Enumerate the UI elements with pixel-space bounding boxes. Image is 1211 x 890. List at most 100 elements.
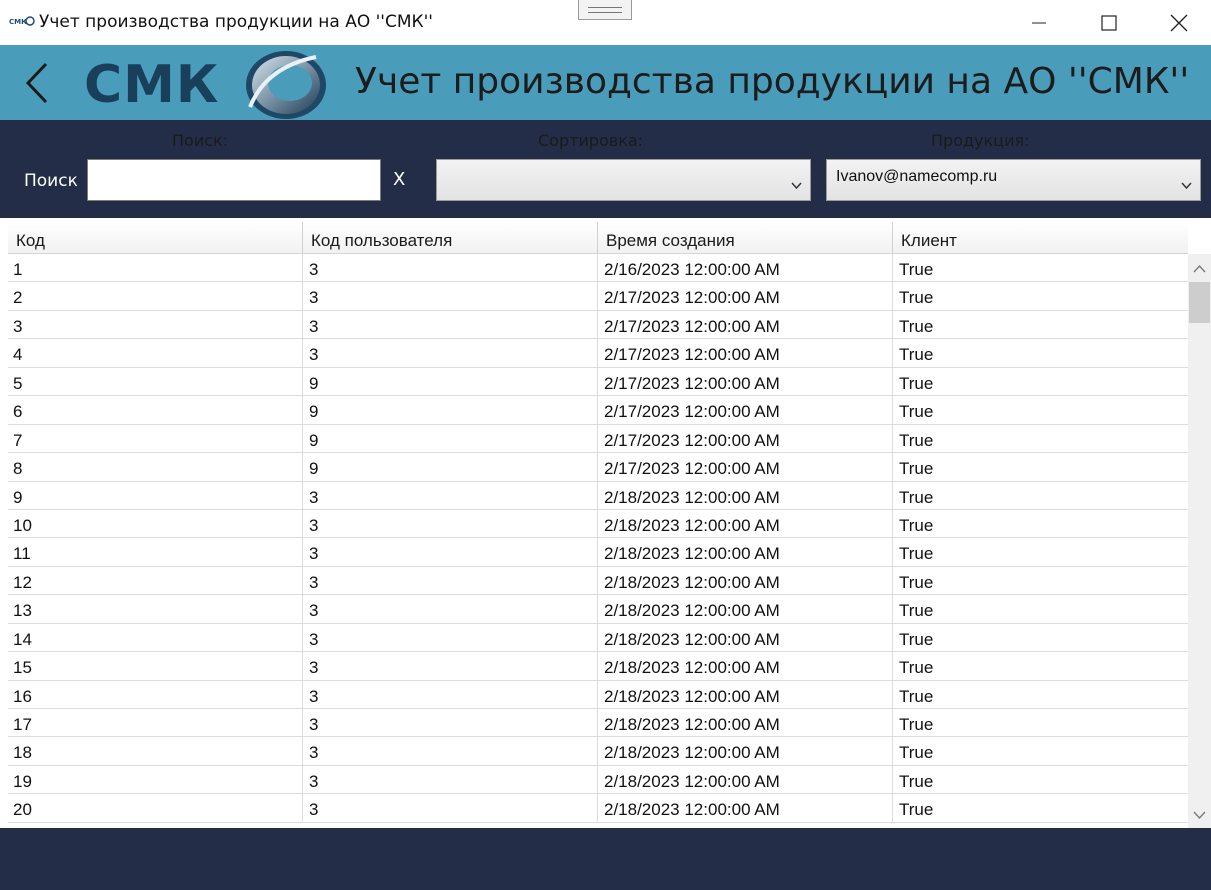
table-row[interactable]: 6 9 2/17/2023 12:00:00 AM True [8, 396, 1188, 425]
app-logo-icon: СМК [9, 15, 35, 27]
cell-id: 16 [8, 680, 303, 708]
table-row[interactable]: 2 3 2/17/2023 12:00:00 AM True [8, 282, 1188, 311]
grid-rows: 1 3 2/16/2023 12:00:00 AM True 2 3 2/17/2023 1… [8, 254, 1188, 823]
table-row[interactable]: 10 3 2/18/2023 12:00:00 AM True [8, 509, 1188, 539]
table-row[interactable]: 4 3 2/17/2023 12:00:00 AM True [8, 339, 1188, 368]
table-row[interactable]: 5 9 2/17/2023 12:00:00 AM True [8, 367, 1188, 397]
cell-created-at: 2/18/2023 12:00:00 AM [598, 709, 893, 737]
cell-id: 20 [8, 794, 303, 822]
sort-select[interactable] [436, 159, 811, 201]
app-header: СМК Учет производства продукции на АО ''… [0, 45, 1211, 120]
cell-client: True [899, 544, 934, 564]
cell-client: True [899, 459, 934, 479]
cell-client: True [899, 715, 934, 734]
cell-client: True [899, 373, 934, 393]
cell-user-id: 3 [303, 509, 598, 538]
minimize-icon [1031, 15, 1047, 31]
column-header-user-id[interactable]: Код пользователя [303, 222, 598, 254]
cell-user-id: 3 [303, 254, 598, 282]
cell-user-id: 3 [303, 595, 598, 623]
clear-search-button[interactable]: X [393, 169, 411, 191]
vertical-scrollbar[interactable] [1188, 254, 1211, 828]
minimize-button[interactable] [1004, 0, 1074, 45]
cell-client: True [899, 771, 934, 791]
cell-user-id: 3 [303, 339, 598, 367]
scrollbar-thumb[interactable] [1189, 282, 1210, 323]
column-header-client[interactable]: Клиент [893, 222, 1188, 254]
close-button[interactable] [1144, 0, 1211, 45]
cell-created-at: 2/16/2023 12:00:00 AM [598, 254, 893, 282]
cell-created-at: 2/17/2023 12:00:00 AM [598, 310, 893, 339]
cell-created-at: 2/18/2023 12:00:00 AM [598, 623, 893, 652]
cell-id: 2 [8, 282, 303, 310]
cell-created-at: 2/18/2023 12:00:00 AM [598, 652, 893, 680]
window-title-bar: СМК Учет производства продукции на АО ''… [0, 0, 1211, 45]
cell-id: 14 [8, 623, 303, 652]
cell-id: 3 [8, 310, 303, 339]
cell-user-id: 3 [303, 709, 598, 737]
cell-client: True [899, 430, 934, 450]
orders-data-grid[interactable]: Код Код пользователя Время создания Клие… [0, 218, 1211, 828]
table-row[interactable]: 7 9 2/17/2023 12:00:00 AM True [8, 424, 1188, 454]
back-button[interactable] [20, 60, 56, 106]
chevron-down-icon [1188, 809, 1211, 828]
cell-id: 4 [8, 339, 303, 367]
cell-user-id: 3 [303, 737, 598, 765]
search-caption: Поиск [24, 171, 78, 191]
sort-label: Сортировка: [538, 131, 644, 150]
page-title: Учет производства продукции на АО ''СМК'… [355, 61, 1190, 102]
cell-id: 7 [8, 424, 303, 453]
cell-client: True [899, 800, 934, 820]
cell-id: 1 [8, 254, 303, 282]
cell-created-at: 2/18/2023 12:00:00 AM [598, 765, 893, 794]
cell-user-id: 3 [303, 794, 598, 822]
cell-created-at: 2/17/2023 12:00:00 AM [598, 339, 893, 367]
cell-id: 19 [8, 765, 303, 794]
table-row[interactable]: 12 3 2/18/2023 12:00:00 AM True [8, 566, 1188, 596]
product-select[interactable]: Ivanov@namecomp.ru [826, 159, 1201, 201]
table-row[interactable]: 8 9 2/17/2023 12:00:00 AM True [8, 453, 1188, 482]
table-row[interactable]: 15 3 2/18/2023 12:00:00 AM True [8, 652, 1188, 681]
table-row[interactable]: 11 3 2/18/2023 12:00:00 AM True [8, 538, 1188, 567]
grid-header-row: Код Код пользователя Время создания Клие… [8, 222, 1188, 254]
cell-user-id: 9 [303, 453, 598, 481]
chevron-down-icon [1181, 175, 1192, 194]
cell-user-id: 3 [303, 765, 598, 794]
column-header-id[interactable]: Код [8, 222, 303, 254]
cell-created-at: 2/18/2023 12:00:00 AM [598, 538, 893, 566]
cell-id: 8 [8, 453, 303, 481]
table-row[interactable]: 3 3 2/17/2023 12:00:00 AM True [8, 310, 1188, 340]
cell-user-id: 9 [303, 424, 598, 453]
scroll-down-button[interactable] [1188, 806, 1211, 824]
table-row[interactable]: 9 3 2/18/2023 12:00:00 AM True [8, 481, 1188, 510]
cell-user-id: 3 [303, 481, 598, 509]
table-row[interactable]: 14 3 2/18/2023 12:00:00 AM True [8, 623, 1188, 653]
product-label: Продукция: [931, 131, 1030, 150]
chevron-left-icon [20, 62, 56, 110]
column-header-created-at[interactable]: Время создания [598, 222, 893, 254]
cell-client: True [899, 743, 934, 763]
drag-grip-handle[interactable] [578, 0, 632, 20]
table-row[interactable]: 13 3 2/18/2023 12:00:00 AM True [8, 595, 1188, 624]
footer-bar [0, 828, 1211, 890]
cell-user-id: 9 [303, 396, 598, 424]
cell-user-id: 3 [303, 680, 598, 708]
cell-user-id: 3 [303, 538, 598, 566]
scroll-up-button[interactable] [1188, 260, 1211, 278]
search-input[interactable] [87, 159, 381, 201]
table-row[interactable]: 18 3 2/18/2023 12:00:00 AM True [8, 737, 1188, 766]
cell-created-at: 2/18/2023 12:00:00 AM [598, 566, 893, 595]
cell-user-id: 3 [303, 623, 598, 652]
cell-client: True [899, 658, 934, 678]
table-row[interactable]: 1 3 2/16/2023 12:00:00 AM True [8, 254, 1188, 283]
cell-client: True [899, 487, 934, 507]
table-row[interactable]: 17 3 2/18/2023 12:00:00 AM True [8, 709, 1188, 738]
cell-id: 15 [8, 652, 303, 680]
cell-client: True [899, 601, 934, 621]
table-row[interactable]: 20 3 2/18/2023 12:00:00 AM True [8, 794, 1188, 823]
table-row[interactable]: 16 3 2/18/2023 12:00:00 AM True [8, 680, 1188, 709]
table-row[interactable]: 19 3 2/18/2023 12:00:00 AM True [8, 765, 1188, 795]
maximize-button[interactable] [1074, 0, 1144, 45]
cell-id: 12 [8, 566, 303, 595]
product-select-value: Ivanov@namecomp.ru [836, 168, 998, 185]
